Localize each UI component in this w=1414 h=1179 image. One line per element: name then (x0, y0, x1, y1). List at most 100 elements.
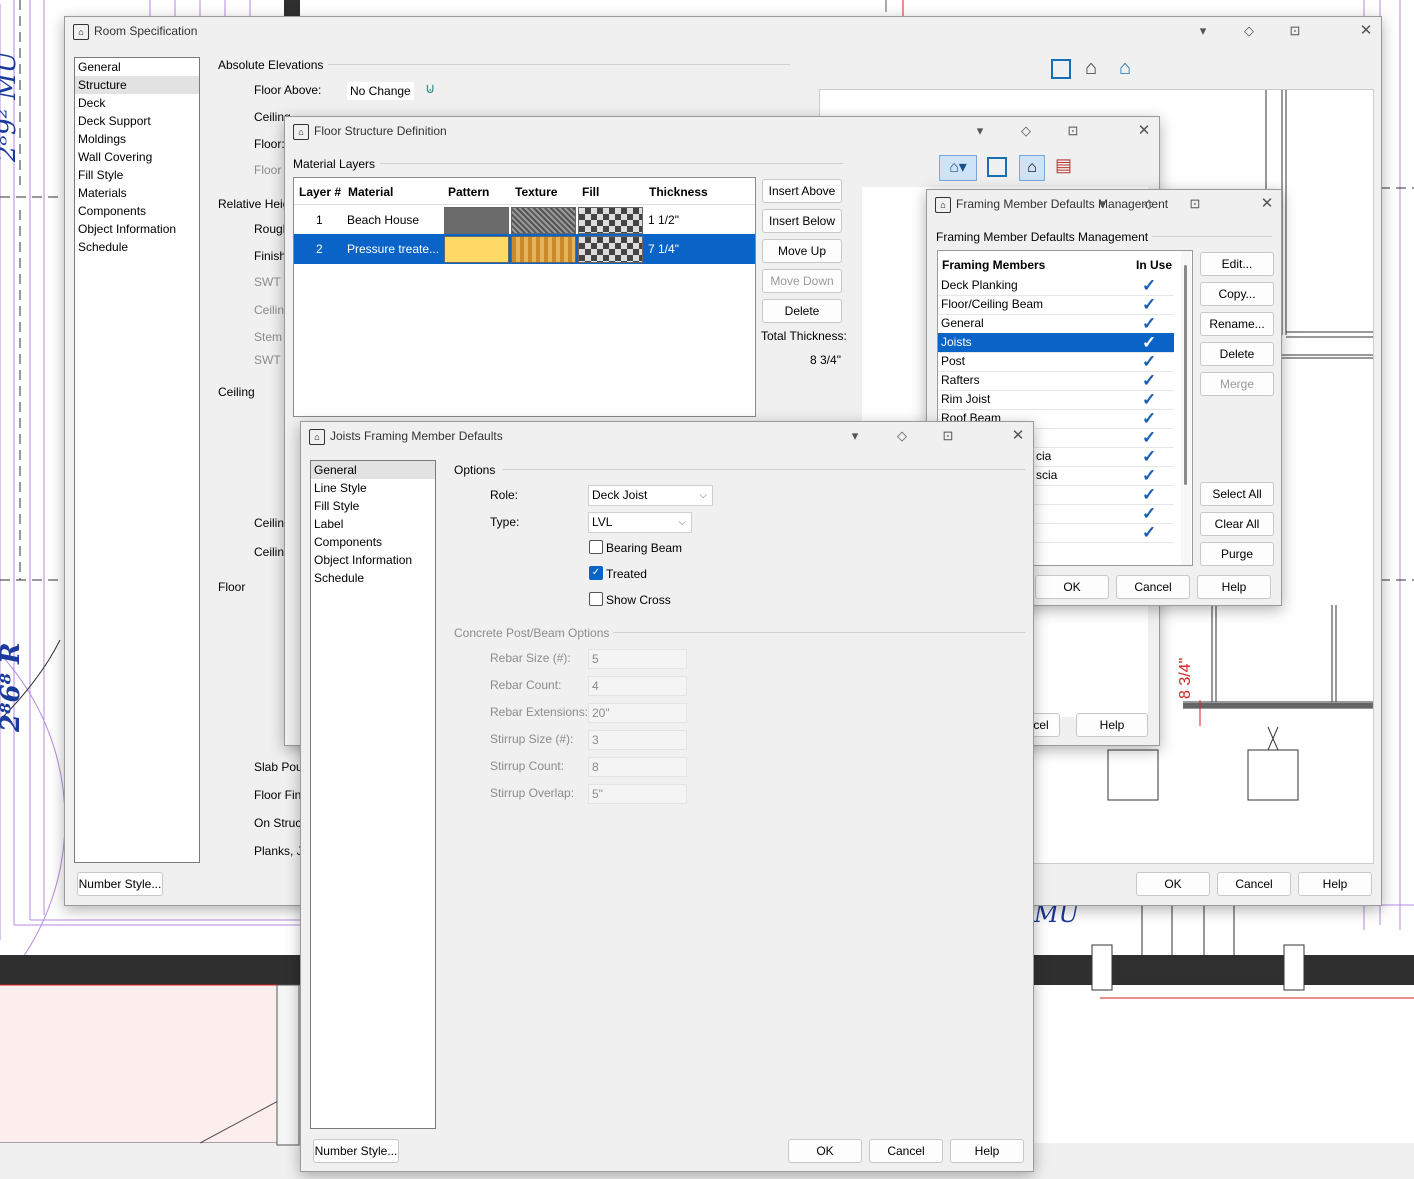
nav-item-materials[interactable]: Materials (75, 184, 199, 202)
insert-below-button[interactable]: Insert Below (762, 209, 842, 233)
rebar-count-field[interactable]: 4 (588, 676, 687, 696)
list-scrollbar[interactable] (1181, 251, 1191, 565)
ok-button[interactable]: OK (1035, 575, 1109, 599)
view-dropdown-icon[interactable]: ⌂▾ (939, 155, 977, 181)
ok-button[interactable]: OK (788, 1139, 862, 1163)
scrollbar-thumb[interactable] (1184, 265, 1187, 485)
treated-label[interactable]: Treated (606, 567, 647, 581)
delete-button[interactable]: Delete (762, 299, 842, 323)
select-all-button[interactable]: Select All (1200, 482, 1274, 506)
col-fill[interactable]: Fill (582, 185, 599, 199)
pattern-swatch[interactable] (444, 236, 509, 263)
nav-item-object-information[interactable]: Object Information (311, 551, 435, 569)
number-style-button[interactable]: Number Style... (77, 872, 163, 896)
nav-item-label[interactable]: Label (311, 515, 435, 533)
list-item[interactable]: Deck Planking ✓ (938, 276, 1174, 296)
lock-icon[interactable]: ⊍ (425, 80, 435, 97)
col-material[interactable]: Material (348, 185, 393, 199)
joists-titlebar[interactable]: ⌂ Joists Framing Member Defaults ▾ ◇ ⊡ ✕ (301, 422, 1033, 450)
elevation-icon[interactable]: ⌂ (1119, 57, 1131, 80)
house-view-icon[interactable]: ⌂ (1019, 155, 1045, 181)
pin-icon[interactable]: ▾ (844, 427, 866, 445)
room-spec-titlebar[interactable]: ⌂ Room Specification ▾ ◇ ⊡ ✕ (65, 17, 1381, 45)
fm-titlebar[interactable]: ⌂ Framing Member Defaults Management ▾ ◇… (927, 190, 1281, 218)
list-item[interactable]: General ✓ (938, 314, 1174, 334)
close-icon[interactable]: ✕ (1256, 195, 1278, 213)
rename-button[interactable]: Rename... (1200, 312, 1274, 336)
nav-item-deck[interactable]: Deck (75, 94, 199, 112)
pin-icon[interactable]: ▾ (969, 122, 991, 140)
list-item[interactable]: Post ✓ (938, 352, 1174, 372)
bearing-beam-checkbox[interactable] (589, 540, 603, 554)
nav-item-components[interactable]: Components (311, 533, 435, 551)
col-layer[interactable]: Layer # (299, 185, 341, 199)
table-row[interactable]: 1 Beach House 1 1/2" (294, 204, 755, 235)
purge-button[interactable]: Purge (1200, 542, 1274, 566)
floor-structure-titlebar[interactable]: ⌂ Floor Structure Definition ▾ ◇ ⊡ ✕ (285, 117, 1159, 145)
type-select[interactable]: LVL ⌵ (588, 512, 692, 533)
stirrup-count-field[interactable]: 8 (588, 757, 687, 777)
floor-above-field[interactable]: No Change (346, 81, 415, 101)
delete-button[interactable]: Delete (1200, 342, 1274, 366)
role-select[interactable]: Deck Joist ⌵ (588, 485, 713, 506)
nav-item-general[interactable]: General (311, 461, 435, 479)
rebar-size-field[interactable]: 5 (588, 649, 687, 669)
treated-checkbox[interactable]: ✓ (589, 566, 603, 580)
nav-item-structure[interactable]: Structure (75, 76, 199, 94)
layers-icon[interactable]: ▤ (1055, 155, 1072, 176)
house-3d-icon[interactable]: ⌂ (1085, 57, 1097, 80)
pin-icon[interactable]: ▾ (1091, 195, 1113, 213)
help-button[interactable]: Help (950, 1139, 1024, 1163)
stirrup-overlap-field[interactable]: 5" (588, 784, 687, 804)
dock-icon[interactable]: ⊡ (1284, 22, 1306, 40)
show-cross-checkbox[interactable] (589, 592, 603, 606)
fit-view-icon[interactable] (987, 157, 1007, 177)
help-button[interactable]: Help (1197, 575, 1271, 599)
nav-item-fill-style[interactable]: Fill Style (75, 166, 199, 184)
nav-item-schedule[interactable]: Schedule (75, 238, 199, 256)
ok-button[interactable]: OK (1136, 872, 1210, 896)
col-texture[interactable]: Texture (515, 185, 557, 199)
texture-swatch[interactable] (511, 236, 576, 263)
help-button[interactable]: Help (1076, 713, 1148, 737)
col-framing-members[interactable]: Framing Members (942, 258, 1045, 272)
float-icon[interactable]: ◇ (891, 427, 913, 445)
number-style-button[interactable]: Number Style... (313, 1139, 399, 1163)
cancel-button[interactable]: Cancel (869, 1139, 943, 1163)
bearing-beam-label[interactable]: Bearing Beam (606, 541, 682, 555)
merge-button[interactable]: Merge (1200, 372, 1274, 396)
texture-swatch[interactable] (511, 207, 576, 234)
nav-item-wall-covering[interactable]: Wall Covering (75, 148, 199, 166)
copy-button[interactable]: Copy... (1200, 282, 1274, 306)
nav-item-object-information[interactable]: Object Information (75, 220, 199, 238)
close-icon[interactable]: ✕ (1355, 22, 1377, 40)
nav-item-deck-support[interactable]: Deck Support (75, 112, 199, 130)
col-thickness[interactable]: Thickness (649, 185, 708, 199)
move-up-button[interactable]: Move Up (762, 239, 842, 263)
cancel-button[interactable]: Cancel (1217, 872, 1291, 896)
nav-item-general[interactable]: General (75, 58, 199, 76)
move-down-button[interactable]: Move Down (762, 269, 842, 293)
table-row-selected[interactable]: 2 Pressure treate... 7 1/4" (294, 234, 755, 264)
stirrup-size-field[interactable]: 3 (588, 730, 687, 750)
float-icon[interactable]: ◇ (1015, 122, 1037, 140)
nav-item-schedule[interactable]: Schedule (311, 569, 435, 587)
float-icon[interactable]: ◇ (1138, 195, 1160, 213)
pin-icon[interactable]: ▾ (1192, 22, 1214, 40)
close-icon[interactable]: ✕ (1133, 122, 1155, 140)
list-item[interactable]: Rim Joist ✓ (938, 390, 1174, 410)
show-cross-label[interactable]: Show Cross (606, 593, 671, 607)
dock-icon[interactable]: ⊡ (1184, 195, 1206, 213)
layers-table[interactable]: Layer # Material Pattern Texture Fill Th… (293, 177, 756, 417)
nav-item-moldings[interactable]: Moldings (75, 130, 199, 148)
dock-icon[interactable]: ⊡ (937, 427, 959, 445)
fill-swatch[interactable] (578, 236, 643, 263)
pattern-swatch[interactable] (444, 207, 509, 234)
fill-swatch[interactable] (578, 207, 643, 234)
list-item-selected[interactable]: Joists ✓ (938, 333, 1174, 353)
help-button[interactable]: Help (1298, 872, 1372, 896)
close-icon[interactable]: ✕ (1007, 427, 1029, 445)
list-item[interactable]: Rafters ✓ (938, 371, 1174, 391)
rebar-extensions-field[interactable]: 20" (588, 703, 687, 723)
edit-button[interactable]: Edit... (1200, 252, 1274, 276)
